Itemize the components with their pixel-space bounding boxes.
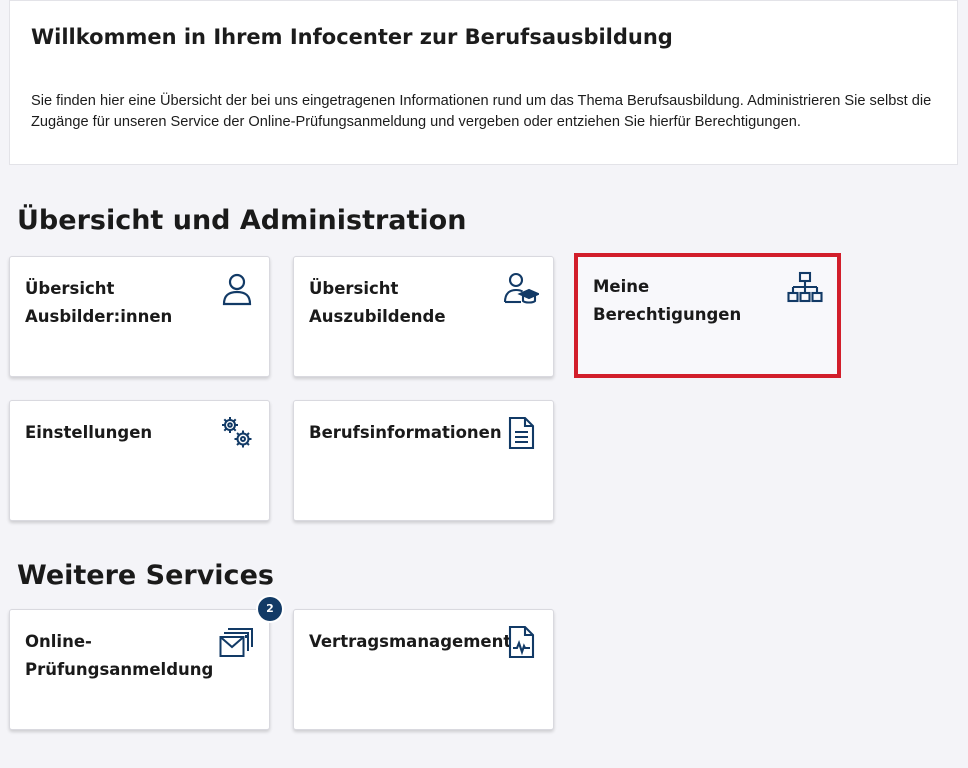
- graduate-icon: [503, 271, 539, 307]
- section-title-admin: Übersicht und Administration: [17, 205, 467, 236]
- tile-label: Berufsinformationen: [309, 423, 502, 442]
- notification-badge: 2: [258, 597, 282, 621]
- welcome-title: Willkommen in Ihrem Infocenter zur Beruf…: [31, 25, 673, 49]
- tile-berufsinformationen[interactable]: Berufsinformationen: [293, 400, 554, 521]
- tile-vertragsmanagement[interactable]: Vertragsmanagement: [293, 609, 554, 730]
- contract-document-icon: [503, 624, 539, 660]
- tile-online-pruefungsanmeldung[interactable]: Online-Prüfungsanmeldung 2: [9, 597, 282, 730]
- person-icon: [219, 271, 255, 307]
- welcome-text: Sie finden hier eine Übersicht der bei u…: [31, 93, 932, 130]
- tile-label: Einstellungen: [25, 423, 153, 442]
- tile-uebersicht-auszubildende[interactable]: Übersicht Auszubilden­de: [293, 256, 554, 377]
- document-icon: [503, 415, 539, 451]
- tile-einstellungen[interactable]: Einstellungen: [9, 400, 270, 521]
- gears-icon: [219, 415, 255, 451]
- tile-uebersicht-ausbilder[interactable]: Übersicht Ausbilder:in­nen: [9, 256, 270, 377]
- tile-label: Vertragsmanagement: [309, 632, 512, 651]
- tile-label: Online-Prüfungsanmeldung: [25, 632, 214, 679]
- hierarchy-icon: [787, 270, 823, 306]
- tile-label: Übersicht Ausbilder:in­nen: [25, 279, 173, 326]
- tile-label: Übersicht Auszubilden­de: [309, 279, 446, 326]
- section-title-services: Weitere Services: [17, 560, 274, 591]
- mail-stack-icon: [219, 624, 255, 660]
- welcome-panel: Willkommen in Ihrem Infocenter zur Beruf…: [9, 0, 958, 165]
- tile-label: Meine Berechtigungen: [593, 277, 742, 324]
- tile-meine-berechtigungen[interactable]: Meine Berechtigungen: [574, 253, 841, 378]
